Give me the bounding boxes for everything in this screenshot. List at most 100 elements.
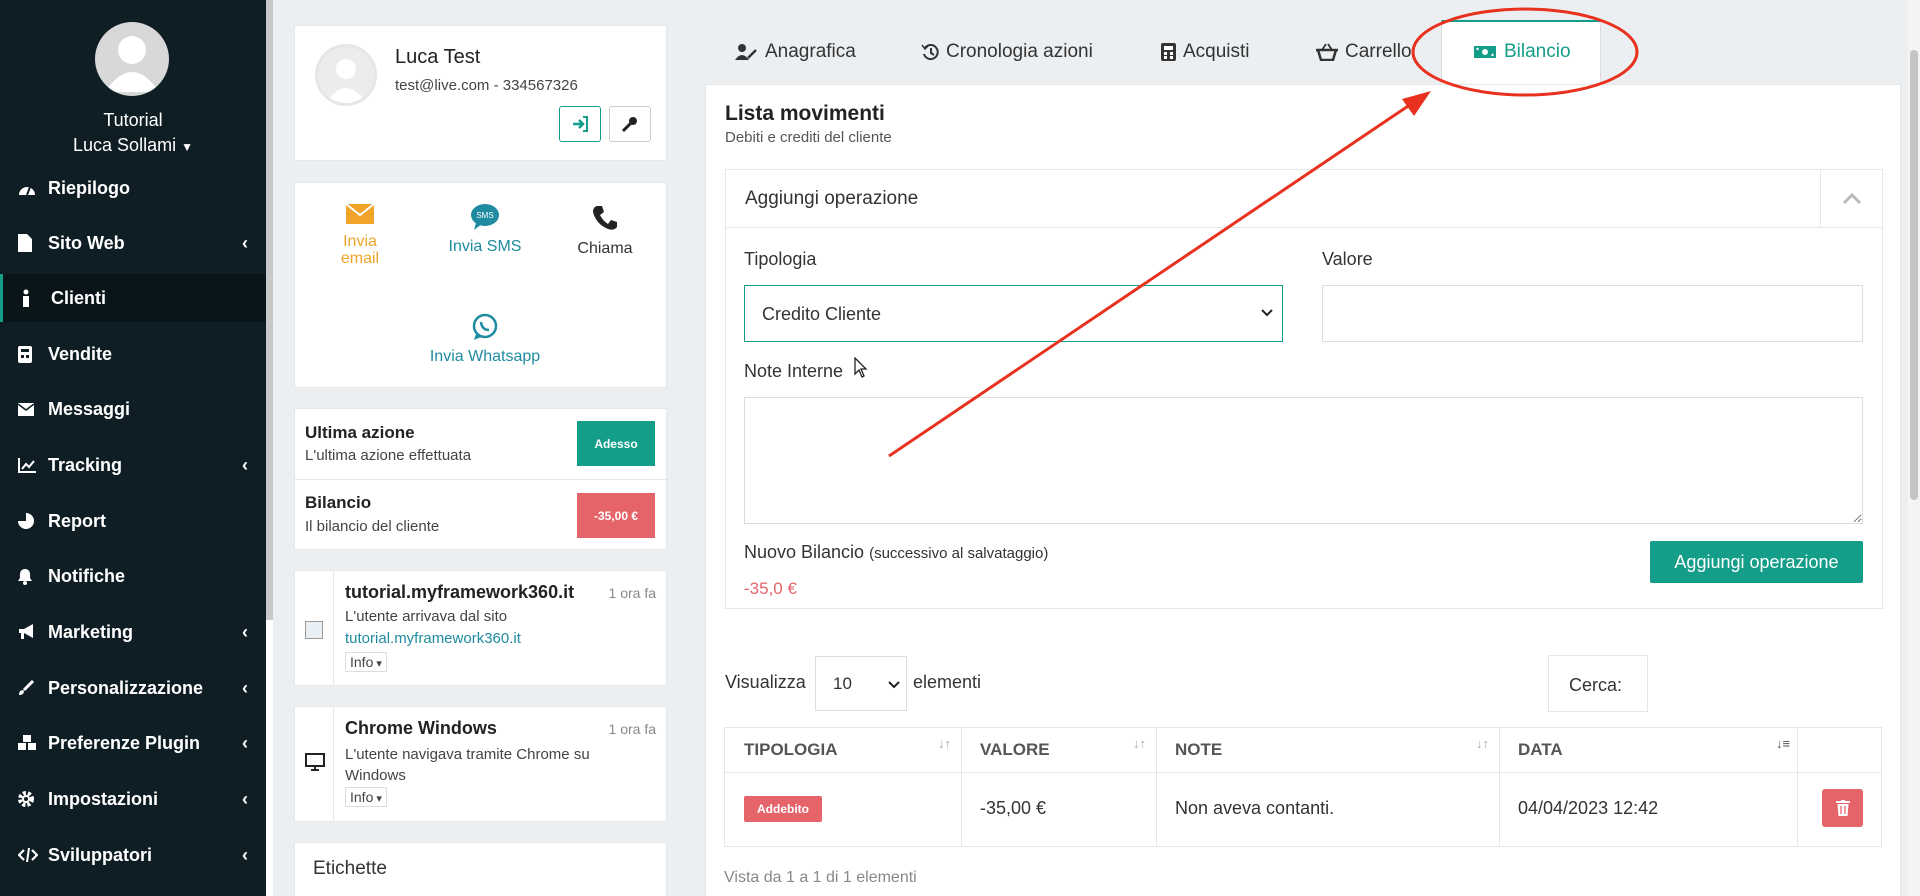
history-icon [921,44,939,61]
tipologia-select[interactable]: Credito Cliente [744,285,1283,342]
cubes-icon [18,735,48,751]
sms-icon: SMS [471,204,499,230]
sidebar-item-label: Impostazioni [48,788,159,809]
phone-icon [593,206,617,230]
avatar[interactable] [95,22,169,96]
balance-subtitle: Il bilancio del cliente [305,518,440,535]
call-label: Chiama [577,240,633,257]
balance-title: Bilancio [305,493,372,512]
sort-icon[interactable]: ↓↑ [938,736,951,751]
timeline-info-toggle[interactable]: Info ▾ [345,787,387,807]
search-label: Cerca: [1569,675,1623,695]
page-length-value: 10 [833,674,852,693]
call-button[interactable]: Chiama [565,203,645,258]
sidebar-item-personalizzazione[interactable]: Personalizzazione ‹ [0,664,266,712]
sort-icon[interactable]: ↓↑ [1476,736,1489,751]
last-action-badge: Adesso [577,421,655,466]
page-scrollbar[interactable] [1908,0,1920,896]
send-sms-button[interactable]: SMS Invia SMS [425,203,545,256]
column-header-note[interactable]: Note [1175,740,1222,760]
sidebar-item-messaggi[interactable]: Messaggi [0,385,266,433]
sidebar-item-sviluppatori[interactable]: Sviluppatori ‹ [0,831,266,879]
labels-title: Etichette [313,858,387,879]
sidebar-item-preferenze-plugin[interactable]: Preferenze Plugin ‹ [0,719,266,767]
tab-carrello[interactable]: Carrello [1316,32,1412,72]
chevron-left-icon: ‹ [242,789,248,809]
sidebar-item-label: Report [48,510,106,531]
chevron-left-icon: ‹ [242,233,248,253]
note-textarea[interactable] [744,397,1863,524]
sidebar-item-clienti[interactable]: Clienti [0,274,266,322]
column-header-valore[interactable]: Valore [980,740,1050,760]
whatsapp-icon [472,313,498,340]
sidebar-item-sito-web[interactable]: Sito Web ‹ [0,219,266,267]
column-header-tipologia[interactable]: Tipologia [744,740,838,760]
chevron-down-icon: ▾ [373,793,382,805]
timeline-info-toggle[interactable]: Info ▾ [345,652,387,672]
timeline-text: L'utente arrivava dal sito [345,608,508,625]
chevron-down-icon: ▾ [373,658,382,670]
timeline-title: tutorial.myframework360.it [345,582,575,602]
send-whatsapp-button[interactable]: Invia Whatsapp [395,313,575,366]
tab-label: Cronologia azioni [946,41,1093,62]
chevron-down-icon [888,681,900,689]
chevron-up-icon [1842,193,1861,205]
sidebar-item-label: Personalizzazione [48,677,204,698]
sidebar-item-label: Notifiche [48,565,126,586]
sidebar-scrollbar[interactable] [266,0,273,896]
sidebar-item-label: Messaggi [48,398,131,419]
last-action-title: Ultima azione [305,423,415,442]
valore-label: Valore [1322,249,1373,269]
tab-bilancio[interactable]: Bilancio [1473,32,1571,72]
sidebar-item-report[interactable]: Report [0,497,266,545]
page-length-select[interactable]: 10 [815,656,907,711]
sidebar-item-impostazioni[interactable]: Impostazioni ‹ [0,775,266,823]
sidebar-item-riepilogo[interactable]: Riepilogo [0,164,266,212]
timeline-link[interactable]: tutorial.myframework360.it [345,630,521,647]
note-label: Note Interne [744,361,844,381]
sort-icon[interactable]: ↓↑ [1133,736,1146,751]
col-divider [1499,728,1500,846]
valore-cell: -35,00 € [980,798,1047,818]
tipologia-badge: Addebito [744,796,822,822]
col-divider [1797,728,1798,846]
scrollbar-thumb[interactable] [1910,50,1918,500]
column-header-data[interactable]: Data [1518,740,1563,760]
profile-avatar [315,44,377,106]
user-menu[interactable]: Luca Sollami ▼ [0,135,266,156]
profile-contact: test@live.com - 334567326 [395,77,578,94]
sidebar-item-marketing[interactable]: Marketing ‹ [0,608,266,656]
login-as-button[interactable] [559,106,601,142]
basket-icon [1316,43,1338,61]
tipologia-label: Tipologia [744,249,817,269]
tipologia-value: Credito Cliente [762,304,882,324]
sidebar-item-label: Marketing [48,621,134,642]
panel-subtitle: Debiti e crediti del cliente [725,129,892,146]
send-email-button[interactable]: Invia email [320,203,400,268]
col-divider [961,728,962,846]
add-operation-header: Aggiungi operazione [726,170,1882,228]
timeline-item: Chrome Windows 1 ora fa L'utente navigav… [294,706,667,823]
tab-acquisti[interactable]: Acquisti [1161,32,1250,72]
tab-anagrafica[interactable]: Anagrafica [734,32,856,72]
add-operation-button[interactable]: Aggiungi operazione [1650,541,1863,583]
sidebar-item-notifiche[interactable]: Notifiche [0,552,266,600]
sort-desc-icon[interactable]: ↓≡ [1776,736,1790,751]
bell-icon [18,568,48,585]
sidebar-item-vendite[interactable]: Vendite [0,330,266,378]
collapse-button[interactable] [1820,170,1882,228]
tab-cronologia-azioni[interactable]: Cronologia azioni [921,32,1093,72]
info-label: Info [350,789,374,805]
user-edit-icon [735,44,757,60]
table-header-row [725,728,1881,773]
new-balance-value: -35,0 € [744,579,797,598]
reset-password-button[interactable] [609,106,651,142]
sidebar-item-label: Tracking [48,454,123,475]
delete-button[interactable] [1822,789,1863,827]
new-balance-text: Nuovo Bilancio [744,542,865,562]
valore-input[interactable] [1322,285,1863,342]
data-cell: 04/04/2023 12:42 [1518,798,1659,818]
search-input[interactable] [1647,655,1883,712]
sidebar-item-tracking[interactable]: Tracking ‹ [0,441,266,489]
chevron-down-icon [1261,309,1273,317]
